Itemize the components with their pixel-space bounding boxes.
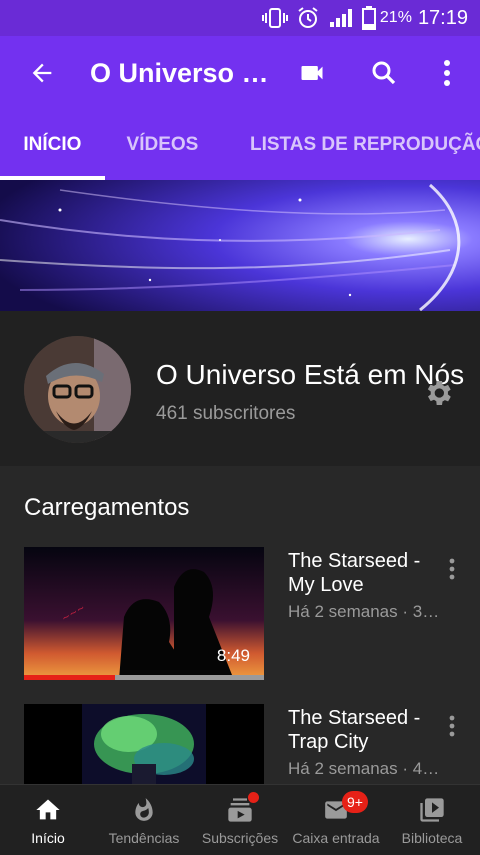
clock: 17:19	[417, 6, 468, 29]
nav-inbox[interactable]: 9+ Caixa entrada	[288, 785, 384, 855]
video-title[interactable]: The Starseed - Trap City	[288, 706, 423, 754]
gear-icon	[427, 381, 451, 405]
channel-settings-button[interactable]	[422, 377, 454, 409]
uploads-section: Carregamentos ~~~ 8:49 The Starseed - My…	[0, 466, 480, 784]
nav-label: Caixa entrada	[292, 830, 380, 846]
notification-badge: 9+	[342, 791, 368, 813]
nav-library[interactable]: Biblioteca	[384, 785, 480, 855]
search-button[interactable]	[364, 53, 404, 93]
video-duration: 8:49	[216, 646, 250, 665]
flame-icon	[128, 795, 160, 825]
video-thumbnail[interactable]: ~~~ 8:49	[24, 547, 264, 680]
section-title: Carregamentos	[24, 494, 190, 521]
video-meta: Há 2 semanas · 36 visualizações	[288, 602, 448, 621]
video-more-button[interactable]	[440, 555, 464, 583]
alarm-icon	[296, 6, 320, 30]
nav-trending[interactable]: Tendências	[96, 785, 192, 855]
back-arrow-icon	[32, 63, 52, 83]
battery-icon	[361, 6, 376, 30]
tab-inicio[interactable]: INÍCIO	[0, 110, 105, 180]
vibrate-icon	[261, 7, 288, 29]
home-icon	[32, 795, 64, 825]
video-meta: Há 2 semanas · 47 visualizações	[288, 759, 448, 778]
signal-icon	[328, 7, 354, 29]
channel-banner	[0, 180, 480, 311]
nav-home[interactable]: Início	[0, 785, 96, 855]
nav-label: Subscrições	[201, 830, 279, 846]
watch-progress	[24, 675, 264, 680]
more-vert-icon	[444, 60, 450, 86]
status-bar: 21% 17:19	[0, 0, 480, 36]
tab-playlists[interactable]: LISTAS DE REPRODUÇÃO	[220, 110, 480, 180]
more-options-button[interactable]	[427, 53, 467, 93]
channel-avatar[interactable]	[24, 336, 131, 443]
bottom-navigation: Início Tendências Subscrições 9+ Caixa e…	[0, 784, 480, 854]
video-title[interactable]: The Starseed - My Love	[288, 549, 423, 597]
more-vert-icon	[449, 715, 455, 737]
nav-label: Início	[31, 830, 65, 846]
channel-name: O Universo Está em Nós	[156, 359, 465, 390]
watch-progress-fill	[24, 675, 116, 680]
nav-label: Tendências	[108, 830, 180, 846]
video-thumbnail[interactable]	[24, 704, 264, 784]
video-more-button[interactable]	[440, 712, 464, 740]
app-bar: O Universo Está em Nós	[0, 36, 480, 110]
nav-label: Biblioteca	[401, 830, 463, 846]
back-button[interactable]	[22, 53, 62, 93]
subscriber-count: 461 subscritores	[156, 403, 296, 424]
channel-title: O Universo Está em Nós	[90, 57, 270, 88]
channel-header: O Universo Está em Nós 461 subscritores	[0, 311, 480, 466]
nav-subscriptions[interactable]: Subscrições	[192, 785, 288, 855]
video-camera-button[interactable]	[292, 53, 332, 93]
video-item[interactable]: The Starseed - Trap City Há 2 semanas · …	[0, 704, 480, 784]
more-vert-icon	[449, 558, 455, 580]
video-camera-icon	[301, 66, 323, 80]
search-icon	[372, 61, 396, 85]
channel-tabs: INÍCIO VÍDEOS LISTAS DE REPRODUÇÃO	[0, 110, 480, 180]
video-item[interactable]: ~~~ 8:49 The Starseed - My Love Há 2 sem…	[0, 547, 480, 683]
new-content-dot	[248, 792, 259, 803]
library-icon	[416, 795, 448, 825]
battery-percent: 21%	[379, 9, 412, 26]
tab-videos[interactable]: VÍDEOS	[105, 110, 220, 180]
